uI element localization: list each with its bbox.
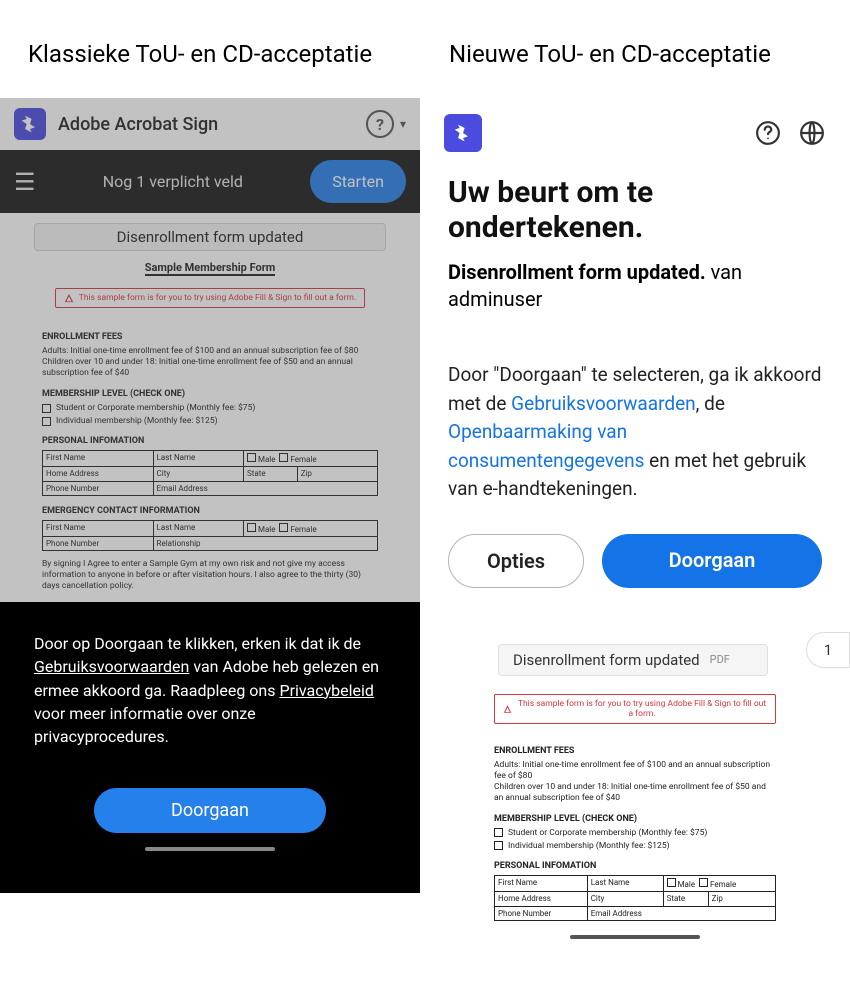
- personal-table: First NameLast Name Male Female Home Add…: [494, 875, 776, 921]
- privacy-link[interactable]: Privacybeleid: [279, 681, 373, 700]
- personal-table: First NameLast Name Male Female Home Add…: [42, 450, 378, 496]
- page-heading: Uw beurt om te ondertekenen.: [448, 176, 822, 245]
- checkbox-icon[interactable]: [42, 417, 51, 426]
- label-new: Nieuwe ToU- en CD-acceptatie: [401, 40, 822, 68]
- help-icon[interactable]: ?: [366, 110, 394, 138]
- home-indicator: [145, 847, 275, 851]
- page-counter: 1: [806, 632, 850, 668]
- acrobat-icon: [444, 114, 482, 152]
- start-button[interactable]: Starten: [310, 160, 406, 203]
- consumer-disclosure-link[interactable]: Openbaarmaking van consumentengegevens: [448, 420, 644, 472]
- label-classic: Klassieke ToU- en CD-acceptatie: [28, 40, 401, 68]
- new-header: [420, 98, 850, 168]
- new-panel: Uw beurt om te ondertekenen. Disenrollme…: [420, 98, 850, 939]
- hamburger-icon[interactable]: ☰: [14, 168, 36, 196]
- section-personal: PERSONAL INFOMATION: [494, 861, 776, 871]
- globe-icon[interactable]: [798, 119, 826, 147]
- checkbox-icon[interactable]: [699, 878, 708, 887]
- pdf-badge: PDF: [710, 653, 730, 666]
- continue-button[interactable]: Doorgaan: [602, 534, 822, 588]
- warning-icon: [64, 293, 74, 303]
- options-button[interactable]: Opties: [448, 534, 584, 588]
- acrobat-icon: [14, 108, 46, 140]
- document-preview: Sample Membership Form This sample form …: [0, 257, 420, 602]
- consent-text: Door "Doorgaan" te selecteren, ga ik akk…: [448, 361, 822, 504]
- checkbox-icon[interactable]: [247, 453, 256, 462]
- form-title: Sample Membership Form: [145, 261, 276, 276]
- document-title-bar: Disenrollment form updated: [34, 223, 386, 251]
- checkbox-icon[interactable]: [279, 523, 288, 532]
- help-icon[interactable]: [754, 119, 782, 147]
- document-preview: 1 Disenrollment form updated PDF This sa…: [420, 628, 850, 939]
- terms-link[interactable]: Gebruiksvoorwaarden: [511, 392, 695, 415]
- section-level: MEMBERSHIP LEVEL (CHECK ONE): [494, 814, 776, 824]
- warning-icon: [503, 704, 512, 714]
- classic-footer: Door op Doorgaan te klikken, erken ik da…: [0, 602, 420, 893]
- document-info: Disenrollment form updated. van adminuse…: [448, 259, 822, 313]
- checkbox-icon[interactable]: [42, 404, 51, 413]
- section-fees: ENROLLMENT FEES: [42, 332, 378, 342]
- classic-header: Adobe Acrobat Sign ? ▾: [0, 98, 420, 150]
- continue-button[interactable]: Doorgaan: [94, 788, 326, 833]
- agreement-text: By signing I Agree to enter a Sample Gym…: [42, 559, 378, 592]
- section-personal: PERSONAL INFOMATION: [42, 436, 378, 446]
- app-title: Adobe Acrobat Sign: [58, 114, 218, 135]
- checkbox-icon[interactable]: [279, 453, 288, 462]
- section-level: MEMBERSHIP LEVEL (CHECK ONE): [42, 389, 378, 399]
- emergency-table: First NameLast Name Male Female Phone Nu…: [42, 520, 378, 551]
- sample-notice: This sample form is for you to try using…: [494, 694, 776, 724]
- document-pill[interactable]: Disenrollment form updated PDF: [498, 644, 768, 676]
- section-fees: ENROLLMENT FEES: [494, 746, 776, 756]
- section-emergency: EMERGENCY CONTACT INFORMATION: [42, 506, 378, 516]
- sample-notice: This sample form is for you to try using…: [55, 288, 365, 308]
- checkbox-icon[interactable]: [247, 523, 256, 532]
- terms-link[interactable]: Gebruiksvoorwaarden: [34, 657, 189, 676]
- chevron-down-icon[interactable]: ▾: [400, 117, 406, 131]
- classic-toolbar: ☰ Nog 1 verplicht veld Starten: [0, 150, 420, 213]
- home-indicator: [570, 935, 700, 939]
- checkbox-icon[interactable]: [494, 841, 503, 850]
- checkbox-icon[interactable]: [494, 828, 503, 837]
- consent-text: Door op Doorgaan te klikken, erken ik da…: [34, 632, 386, 748]
- required-field-text: Nog 1 verplicht veld: [36, 172, 311, 191]
- classic-panel: Adobe Acrobat Sign ? ▾ ☰ Nog 1 verplicht…: [0, 98, 420, 939]
- checkbox-icon[interactable]: [667, 878, 676, 887]
